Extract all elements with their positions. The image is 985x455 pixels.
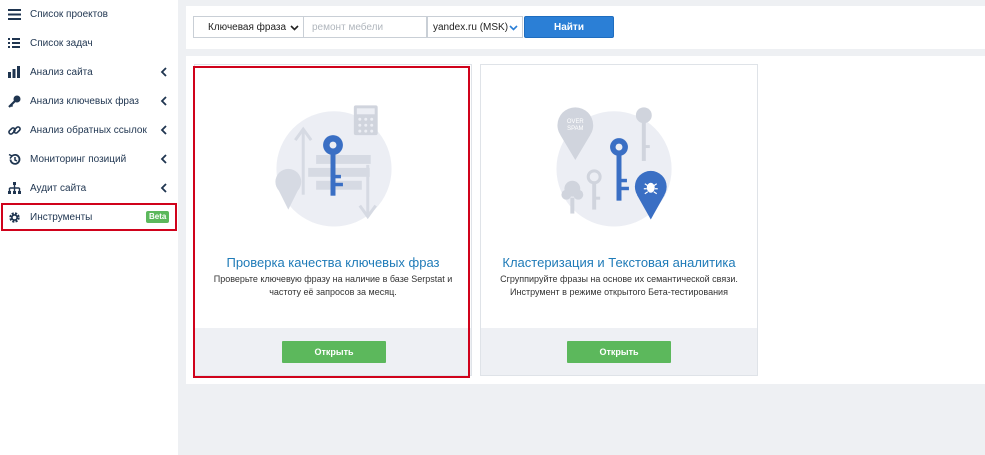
card-title[interactable]: Кластеризация и Текстовая аналитика bbox=[481, 255, 757, 270]
card-title[interactable]: Проверка качества ключевых фраз bbox=[195, 255, 471, 270]
keyword-check-illustration bbox=[275, 105, 392, 227]
sidebar-item-site-audit[interactable]: Аудит сайта bbox=[0, 174, 178, 202]
card-description-line: Проверьте ключевую фразу на наличие в ба… bbox=[213, 274, 453, 284]
chart-icon bbox=[7, 65, 21, 79]
card-description-line: Сгруппируйте фразы на основе их семантич… bbox=[500, 274, 738, 284]
open-button[interactable]: Открыть bbox=[567, 341, 671, 363]
search-panel: Ключевая фраза yandex.ru (MSK) Найти bbox=[186, 6, 985, 49]
card-description-line: частоту её запросов за месяц. bbox=[269, 287, 397, 297]
card-footer: Открыть bbox=[195, 328, 471, 375]
chevron-down-icon bbox=[290, 25, 299, 31]
tool-card-keyword-quality[interactable]: Проверка качества ключевых фраз Проверьт… bbox=[194, 64, 472, 376]
sidebar-item-tasks[interactable]: Список задач bbox=[0, 29, 178, 57]
sidebar-item-projects[interactable]: Список проектов bbox=[0, 0, 178, 28]
menu-icon bbox=[7, 7, 21, 21]
open-button[interactable]: Открыть bbox=[282, 341, 386, 363]
sidebar-item-label: Анализ сайта bbox=[30, 66, 93, 78]
highlight-frame bbox=[1, 203, 177, 231]
card-description-line: Инструмент в режиме открытого Бета-тести… bbox=[510, 287, 728, 297]
sidebar-item-backlinks[interactable]: Анализ обратных ссылок bbox=[0, 116, 178, 144]
search-type-select[interactable]: Ключевая фраза bbox=[193, 16, 304, 38]
sidebar: Список проектов Список задач Анализ сайт… bbox=[0, 0, 178, 455]
tools-panel: Проверка качества ключевых фраз Проверьт… bbox=[186, 56, 985, 384]
sidebar-item-site-analysis[interactable]: Анализ сайта bbox=[0, 58, 178, 86]
tool-card-clustering[interactable]: OVER SPAM Кластеризация и Текстовая анал… bbox=[480, 64, 758, 376]
sidebar-item-label: Список проектов bbox=[30, 8, 108, 20]
sidebar-item-label: Список задач bbox=[30, 37, 93, 49]
list-icon bbox=[7, 36, 21, 50]
clustering-illustration: OVER SPAM bbox=[556, 107, 672, 227]
card-description: Сгруппируйте фразы на основе их семантич… bbox=[481, 273, 757, 299]
card-description: Проверьте ключевую фразу на наличие в ба… bbox=[195, 273, 471, 299]
sidebar-item-keyword-analysis[interactable]: Анализ ключевых фраз bbox=[0, 87, 178, 115]
chevron-left-icon bbox=[160, 96, 167, 106]
search-type-label: Ключевая фраза bbox=[208, 21, 287, 33]
card-footer: Открыть bbox=[481, 328, 757, 375]
over-text: OVER bbox=[567, 119, 585, 125]
search-input[interactable] bbox=[304, 16, 427, 38]
sitemap-icon bbox=[7, 181, 21, 195]
database-label: yandex.ru (MSK) bbox=[433, 22, 509, 33]
spam-text: SPAM bbox=[567, 126, 583, 132]
find-button[interactable]: Найти bbox=[524, 16, 614, 38]
sidebar-item-label: Аудит сайта bbox=[30, 182, 87, 194]
sidebar-item-label: Анализ ключевых фраз bbox=[30, 95, 140, 107]
chevron-left-icon bbox=[160, 125, 167, 135]
chevron-left-icon bbox=[160, 183, 167, 193]
sidebar-item-position-monitoring[interactable]: Мониторинг позиций bbox=[0, 145, 178, 173]
chevron-down-icon bbox=[509, 25, 518, 31]
chevron-left-icon bbox=[160, 154, 167, 164]
sidebar-item-label: Анализ обратных ссылок bbox=[30, 124, 147, 136]
database-select[interactable]: yandex.ru (MSK) bbox=[427, 16, 523, 38]
key-icon bbox=[7, 94, 21, 108]
chevron-left-icon bbox=[160, 67, 167, 77]
sidebar-item-label: Мониторинг позиций bbox=[30, 153, 127, 165]
history-icon bbox=[7, 152, 21, 166]
link-icon bbox=[7, 123, 21, 137]
